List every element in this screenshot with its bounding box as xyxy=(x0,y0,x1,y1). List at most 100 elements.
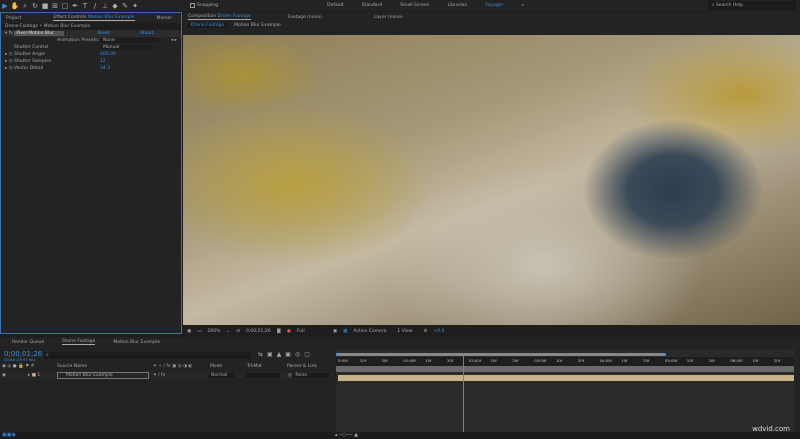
animation-presets-row: Animation Presets: None ◂ ▸ xyxy=(1,37,181,44)
crumb-drone-footage[interactable]: Drone Footage xyxy=(187,23,229,28)
ruler-tick-label: 20f xyxy=(577,358,584,363)
ruler-tick-label: 10f xyxy=(752,358,759,363)
zoom-slider[interactable]: ▴ ─○── ▲ xyxy=(335,432,358,438)
workspace-small-screen[interactable]: Small Screen xyxy=(400,3,429,8)
shutter-control-dropdown[interactable]: Manual xyxy=(101,45,153,50)
timeline-panel: Render Queue Drone Footage Motion Blur E… xyxy=(0,337,800,432)
shutter-samples-value[interactable]: 12 xyxy=(100,59,106,64)
search-placeholder: Search Help xyxy=(715,3,744,8)
composition-frame[interactable] xyxy=(183,35,800,325)
layer-index: 1 xyxy=(37,373,41,378)
tab-footage[interactable]: Footage (none) xyxy=(288,15,322,20)
rotate-tool-icon[interactable]: ↻ xyxy=(30,1,40,11)
ruler-tick-label: 10f xyxy=(490,358,497,363)
tab-drone-footage[interactable]: Drone Footage xyxy=(62,339,96,345)
selection-tool-icon[interactable]: ▶ xyxy=(0,1,10,11)
pen-tool-icon[interactable]: ✒ xyxy=(70,1,80,11)
roto-brush-tool-icon[interactable]: ✎ xyxy=(120,1,130,11)
camera-tool-icon[interactable]: ■ xyxy=(40,1,50,11)
reset-link[interactable]: Reset xyxy=(97,31,110,36)
stopwatch-icon[interactable]: ▸ ◷ xyxy=(5,52,14,57)
shutter-angle-value[interactable]: 600.00 xyxy=(100,52,116,57)
type-tool-icon[interactable]: T xyxy=(80,1,90,11)
tab-motion-blur-example[interactable]: Motion Blur Example xyxy=(113,340,160,345)
snapping-checkbox[interactable] xyxy=(190,3,195,8)
tab-layer[interactable]: Layer (none) xyxy=(374,15,403,20)
ruler-tick-label: 04:00f xyxy=(599,358,612,363)
layer-switches[interactable]: ✦ / fx xyxy=(153,373,209,378)
timeline-switches[interactable]: ⇆▣▲▣◎▢ xyxy=(258,351,314,358)
expand-icon[interactable]: ▾ fx xyxy=(5,31,14,36)
chevron-down-icon[interactable]: ⌄ xyxy=(226,329,230,334)
param-name: Vector Detail xyxy=(14,66,44,71)
monitor-icon[interactable]: ▭ xyxy=(197,329,201,334)
eye-icon[interactable]: ◉ xyxy=(0,373,28,378)
color-channel-icon[interactable]: ● xyxy=(287,329,291,334)
layer-search-input[interactable]: ⌕ xyxy=(44,352,250,359)
ruler-tick-label: 10f xyxy=(359,358,366,363)
layer-name[interactable]: Motion Blur Example xyxy=(57,372,149,379)
work-area-bar[interactable] xyxy=(336,353,666,356)
views-dropdown[interactable]: 1 View xyxy=(397,329,417,334)
crumb-motion-blur[interactable]: Motion Blur Example xyxy=(234,23,281,28)
trkmat-dropdown[interactable] xyxy=(245,373,280,378)
tab-render-queue[interactable]: Render Queue xyxy=(12,340,44,345)
pan-behind-tool-icon[interactable]: ⊞ xyxy=(50,1,60,11)
brush-tool-icon[interactable]: / xyxy=(90,1,100,11)
tab-comp-name: Drone Footage xyxy=(217,14,251,19)
tab-marker[interactable]: Marker xyxy=(157,16,173,21)
switches-icons: ✦ ✧ / fx ▣ ◎ ◑ ◐ xyxy=(153,364,193,369)
workspace-voyager[interactable]: Voyager xyxy=(485,3,503,8)
exposure-value[interactable]: +0.0 xyxy=(433,329,444,334)
snapshot-icon[interactable]: ◙ xyxy=(277,329,281,334)
tab-project[interactable]: Project xyxy=(6,16,21,21)
current-time[interactable]: 0;00;01;26 xyxy=(4,350,42,358)
transparency-grid-icon[interactable]: ▩ xyxy=(343,329,347,334)
layer-row[interactable]: ◉ ▸ ■ 1 Motion Blur Example ✦ / fx Norma… xyxy=(0,372,333,379)
view-options-icon[interactable]: ⚙ xyxy=(423,329,427,334)
effect-name[interactable]: Pixel Motion Blur xyxy=(14,31,65,36)
always-preview-icon[interactable]: ▣ xyxy=(187,329,191,334)
clone-stamp-tool-icon[interactable]: ⊥ xyxy=(100,1,110,11)
tab-effect-controls[interactable]: Effect Controls Motion Blur Example xyxy=(53,15,135,21)
resolution-dropdown[interactable]: Full xyxy=(297,329,327,334)
ruler-tick-label: 02:00f xyxy=(468,358,482,363)
vector-detail-value[interactable]: 34.3 xyxy=(100,66,110,71)
search-help-input[interactable]: ⌕ Search Help xyxy=(708,1,796,10)
ruler-tick-label: 20f xyxy=(512,358,519,363)
composition-viewer: Composition Drone Footage Footage (none)… xyxy=(183,12,800,337)
ruler-tick-label: 06:00f xyxy=(730,358,743,363)
time-graph[interactable]: 0:00f 10f 20f 01:00f 10f 20f 02:00f 10f 20f 03:00… xyxy=(336,349,794,432)
status-icons[interactable]: ▣▣◉ xyxy=(2,432,16,438)
tab-label: Effect Controls xyxy=(53,15,87,20)
workspace-default[interactable]: Default xyxy=(327,3,343,8)
tab-composition[interactable]: Composition Drone Footage xyxy=(188,14,251,20)
workspace-libraries[interactable]: Libraries xyxy=(447,3,466,8)
parent-dropdown[interactable]: None xyxy=(293,373,330,378)
grid-icon[interactable]: ⊡ xyxy=(236,329,240,334)
workspace-standard[interactable]: Standard xyxy=(362,3,382,8)
presets-dropdown[interactable]: None xyxy=(101,38,161,43)
mode-dropdown[interactable]: Normal xyxy=(209,373,235,378)
ruler-tick-label: 10f xyxy=(686,358,693,363)
stopwatch-icon[interactable]: ▸ ◷ xyxy=(5,59,14,64)
region-icon[interactable]: ▣ xyxy=(333,329,337,334)
zoom-tool-icon[interactable]: ⌕ xyxy=(20,1,30,11)
timecode[interactable]: 0;00;01;26 xyxy=(246,329,271,334)
label-color[interactable]: ▸ ■ 1 xyxy=(28,373,57,378)
eraser-tool-icon[interactable]: ◆ xyxy=(110,1,120,11)
more-workspaces-icon[interactable]: » xyxy=(521,3,524,8)
layer-list-area xyxy=(0,380,333,432)
layer-duration-bar[interactable] xyxy=(338,375,794,381)
stopwatch-icon[interactable]: ▸ ◷ xyxy=(5,66,14,71)
puppet-tool-icon[interactable]: ✦ xyxy=(130,1,140,11)
hand-tool-icon[interactable]: ✋ xyxy=(10,1,20,11)
about-link[interactable]: About... xyxy=(140,31,158,36)
playhead[interactable] xyxy=(462,355,464,432)
preset-nav-icons[interactable]: ◂ ▸ xyxy=(171,38,177,43)
comp-breadcrumbs: Drone Footage Motion Blur Example xyxy=(183,22,800,29)
zoom-dropdown[interactable]: 200% xyxy=(208,329,221,334)
camera-dropdown[interactable]: Active Camera xyxy=(353,329,391,334)
rectangle-tool-icon[interactable]: □ xyxy=(60,1,70,11)
ruler-tick-label: 20f xyxy=(643,358,650,363)
